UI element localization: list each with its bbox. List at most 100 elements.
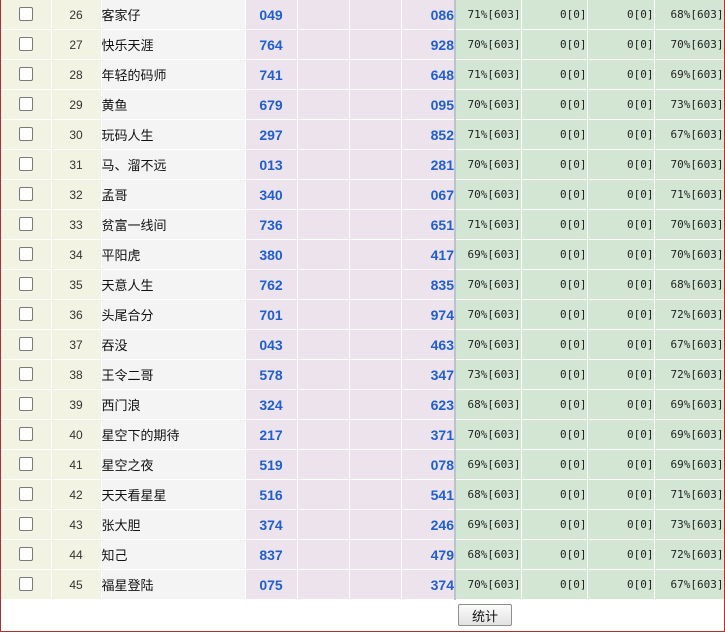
stat-rate-1: 71%[603] [454,59,522,90]
table-row: 26 客家仔 049 086 71%[603] 0[0] 0[0] 68%[60… [1,0,724,30]
number-spacer-2 [349,179,402,210]
stat-count-2: 0[0] [521,509,588,540]
stat-count-2: 0[0] [521,299,588,330]
footer-bar: 统计 [1,600,724,631]
stat-rate-1: 70%[603] [454,89,522,120]
row-index: 45 [51,569,102,600]
stat-rate-4: 67%[603] [654,329,724,360]
row-checkbox[interactable] [18,547,33,562]
stat-count-2: 0[0] [521,209,588,240]
stat-count-3: 0[0] [587,239,655,270]
row-checkbox[interactable] [18,337,33,352]
stat-rate-4: 67%[603] [654,119,724,150]
number-spacer-1 [297,239,350,270]
row-checkbox[interactable] [18,277,33,292]
stat-count-3: 0[0] [587,299,655,330]
stat-count-3: 0[0] [587,509,655,540]
stat-count-2: 0[0] [521,329,588,360]
stat-count-2: 0[0] [521,89,588,120]
stat-count-3: 0[0] [587,479,655,510]
row-checkbox[interactable] [18,67,33,82]
row-select-cell [1,539,52,570]
number-primary: 380 [245,239,298,270]
row-checkbox[interactable] [18,457,33,472]
number-secondary: 078 [401,449,456,480]
number-spacer-1 [297,149,350,180]
row-checkbox[interactable] [18,307,33,322]
player-name: 天天看星星 [101,479,246,510]
number-spacer-2 [349,569,402,600]
results-table-body: 26 客家仔 049 086 71%[603] 0[0] 0[0] 68%[60… [1,0,724,600]
row-checkbox[interactable] [18,217,33,232]
stat-count-2: 0[0] [521,359,588,390]
row-checkbox[interactable] [18,427,33,442]
number-spacer-1 [297,569,350,600]
number-primary: 297 [245,119,298,150]
stat-count-3: 0[0] [587,539,655,570]
stat-count-3: 0[0] [587,269,655,300]
row-index: 37 [51,329,102,360]
row-checkbox[interactable] [18,97,33,112]
number-spacer-1 [297,119,350,150]
row-select-cell [1,209,52,240]
row-checkbox[interactable] [18,157,33,172]
row-select-cell [1,359,52,390]
row-checkbox[interactable] [18,7,33,22]
number-secondary: 651 [401,209,456,240]
stat-rate-4: 72%[603] [654,539,724,570]
number-primary: 741 [245,59,298,90]
player-name: 王令二哥 [101,359,246,390]
stat-rate-4: 69%[603] [654,59,724,90]
number-secondary: 974 [401,299,456,330]
number-primary: 762 [245,269,298,300]
number-spacer-1 [297,29,350,60]
row-checkbox[interactable] [18,127,33,142]
table-row: 34 平阳虎 380 417 69%[603] 0[0] 0[0] 70%[60… [1,239,724,270]
number-spacer-2 [349,269,402,300]
number-spacer-2 [349,389,402,420]
row-checkbox[interactable] [18,187,33,202]
row-select-cell [1,0,52,30]
stat-rate-4: 69%[603] [654,449,724,480]
row-checkbox[interactable] [18,577,33,592]
stats-button[interactable]: 统计 [458,604,512,626]
number-spacer-2 [349,59,402,90]
stat-rate-4: 67%[603] [654,569,724,600]
number-secondary: 928 [401,29,456,60]
table-row: 37 吞没 043 463 70%[603] 0[0] 0[0] 67%[603… [1,329,724,360]
row-checkbox[interactable] [18,247,33,262]
number-spacer-2 [349,29,402,60]
stat-rate-4: 70%[603] [654,209,724,240]
stat-rate-1: 70%[603] [454,269,522,300]
number-spacer-1 [297,389,350,420]
row-checkbox[interactable] [18,367,33,382]
stat-count-3: 0[0] [587,419,655,450]
row-index: 33 [51,209,102,240]
number-spacer-1 [297,0,350,30]
row-checkbox[interactable] [18,517,33,532]
stat-rate-4: 73%[603] [654,509,724,540]
player-name: 玩码人生 [101,119,246,150]
stat-rate-4: 69%[603] [654,419,724,450]
player-name: 马、溜不远 [101,149,246,180]
number-spacer-2 [349,479,402,510]
stat-rate-1: 70%[603] [454,329,522,360]
number-secondary: 479 [401,539,456,570]
table-row: 44 知己 837 479 68%[603] 0[0] 0[0] 72%[603… [1,539,724,570]
row-checkbox[interactable] [18,397,33,412]
player-name: 头尾合分 [101,299,246,330]
table-row: 43 张大胆 374 246 69%[603] 0[0] 0[0] 73%[60… [1,509,724,540]
number-spacer-1 [297,179,350,210]
results-panel: 26 客家仔 049 086 71%[603] 0[0] 0[0] 68%[60… [0,0,725,632]
number-secondary: 347 [401,359,456,390]
row-checkbox[interactable] [18,37,33,52]
stat-count-3: 0[0] [587,359,655,390]
number-primary: 340 [245,179,298,210]
row-select-cell [1,239,52,270]
row-select-cell [1,269,52,300]
number-spacer-1 [297,209,350,240]
number-primary: 701 [245,299,298,330]
player-name: 黄鱼 [101,89,246,120]
row-checkbox[interactable] [18,487,33,502]
row-select-cell [1,569,52,600]
